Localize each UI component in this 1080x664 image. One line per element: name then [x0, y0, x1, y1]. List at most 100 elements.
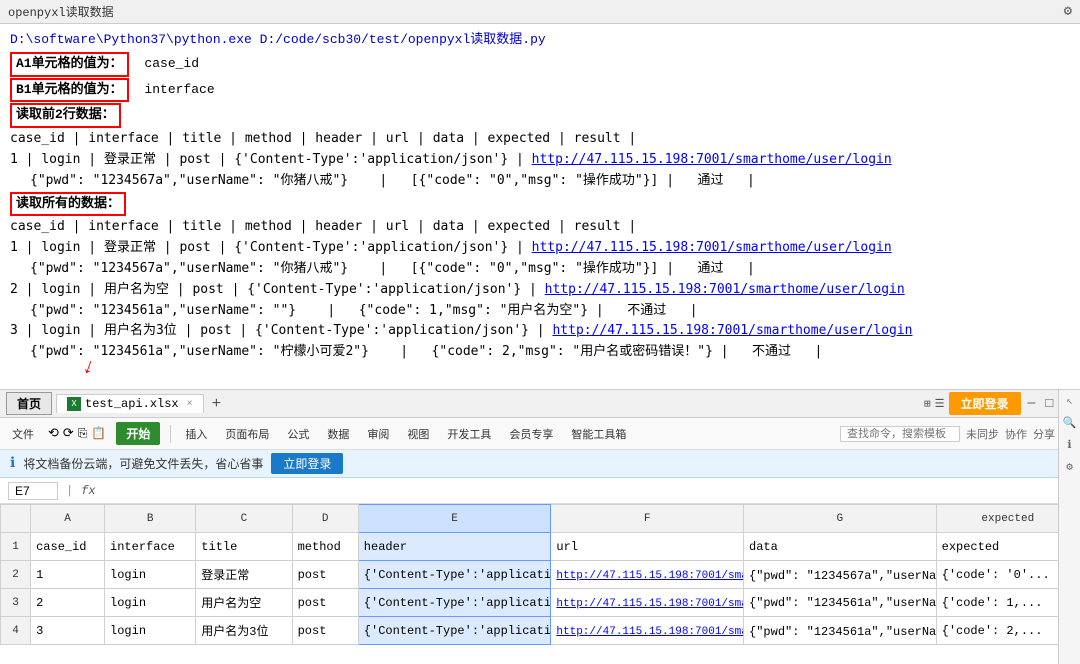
undo-icon[interactable]: ⟲ [48, 426, 59, 441]
maximize-icon[interactable]: □ [1042, 396, 1056, 411]
data-btn[interactable]: 数据 [323, 424, 353, 444]
excel-tabbar[interactable]: 首页 X test_api.xlsx × + ⊞ ☰ 立即登录 ─ □ ✕ [0, 390, 1080, 418]
member-btn[interactable]: 会员专享 [505, 424, 557, 444]
cell-3A[interactable]: 2 [31, 589, 105, 617]
cell-1C[interactable]: title [196, 533, 292, 561]
table-row-1-data: 1 | login | 登录正常 | post | {'Content-Type… [10, 150, 1070, 171]
col-header-D[interactable]: D [292, 505, 358, 533]
cell-1B[interactable]: interface [105, 533, 196, 561]
cell-4F[interactable]: http://47.115.15.198:7001/smarthome/user… [551, 617, 744, 645]
col-header-E[interactable]: E [358, 505, 551, 533]
insert-btn[interactable]: 插入 [181, 424, 211, 444]
tab-file[interactable]: X test_api.xlsx × [56, 394, 204, 413]
view-btn[interactable]: 视图 [403, 424, 433, 444]
redo-icon[interactable]: ⟳ [63, 426, 74, 441]
toolbar-right: 未同步 协作 分享 ⋮ [840, 426, 1072, 442]
a1-line: A1单元格的值为： case_id [10, 52, 1070, 77]
tab-grid-icon[interactable]: ⊞ [924, 397, 931, 411]
cell-3C[interactable]: 用户名为空 [196, 589, 292, 617]
review-btn[interactable]: 审阅 [363, 424, 393, 444]
cell-4D[interactable]: post [292, 617, 358, 645]
cell-2A[interactable]: 1 [31, 561, 105, 589]
row-num-2: 2 [1, 561, 31, 589]
info-icon: ℹ [10, 455, 15, 472]
start-button[interactable]: 开始 [116, 422, 160, 445]
layout-btn[interactable]: 页面布局 [221, 424, 273, 444]
sheet-container: A B C D E F G expected 1 case_id [0, 504, 1080, 664]
cell-2F[interactable]: http://47.115.15.198:7001/smarthome/user… [551, 561, 744, 589]
excel-window: 首页 X test_api.xlsx × + ⊞ ☰ 立即登录 ─ □ ✕ 文件… [0, 390, 1080, 664]
tab-home-label: 首页 [17, 395, 41, 412]
paste-icon[interactable]: 📋 [91, 426, 106, 441]
share-btn[interactable]: 分享 [1033, 426, 1055, 442]
cell-reference-input[interactable] [8, 482, 58, 500]
cell-1A[interactable]: case_id [31, 533, 105, 561]
terminal-title: openpyxl读取数据 [8, 3, 114, 20]
cell-1D[interactable]: method [292, 533, 358, 561]
toolbar-icons: ⟲ ⟳ ⎘ 📋 [48, 426, 106, 441]
minimize-icon[interactable]: ─ [1025, 396, 1039, 411]
tab-add-icon[interactable]: + [208, 395, 226, 413]
tab-file-label: test_api.xlsx [85, 397, 179, 411]
cell-2C[interactable]: 登录正常 [196, 561, 292, 589]
spreadsheet: A B C D E F G expected 1 case_id [0, 504, 1080, 664]
settings-icon[interactable]: ⚙ [1064, 3, 1072, 20]
fx-label: fx [81, 484, 95, 498]
sync-btn[interactable]: 未同步 [966, 426, 999, 442]
col-header-G[interactable]: G [744, 505, 937, 533]
cell-2B[interactable]: login [105, 561, 196, 589]
login-button[interactable]: 立即登录 [949, 392, 1021, 415]
tab-close-icon[interactable]: × [187, 399, 193, 410]
cell-3G[interactable]: {"pwd": "1234561a","userName": ""} [744, 589, 937, 617]
excel-toolbar: 文件 ⟲ ⟳ ⎘ 📋 开始 插入 页面布局 公式 数据 审阅 视图 开发工具 会… [0, 418, 1080, 450]
cell-1E[interactable]: header [358, 533, 551, 561]
col-header-F[interactable]: F [551, 505, 744, 533]
tab-list-icon[interactable]: ☰ [935, 397, 945, 411]
excel-file-icon: X [67, 397, 81, 411]
cell-4A[interactable]: 3 [31, 617, 105, 645]
cell-4E[interactable]: {'Content-Type':'application/json'} [358, 617, 551, 645]
cell-3E[interactable]: {'Content-Type':'application/json'} [358, 589, 551, 617]
copy-icon[interactable]: ⎘ [78, 427, 88, 441]
cell-1F[interactable]: url [551, 533, 744, 561]
col-header-B[interactable]: B [105, 505, 196, 533]
cell-4B[interactable]: login [105, 617, 196, 645]
search-input[interactable] [840, 426, 960, 442]
col-header-C[interactable]: C [196, 505, 292, 533]
cell-3B[interactable]: login [105, 589, 196, 617]
read2-line: 读取前2行数据： [10, 103, 1070, 128]
table-header-2rows: case_id | interface | title | method | h… [10, 129, 1070, 150]
all-table-header: case_id | interface | title | method | h… [10, 217, 1070, 238]
row-num-3: 3 [1, 589, 31, 617]
cell-2D[interactable]: post [292, 561, 358, 589]
formula-input[interactable] [104, 484, 1072, 498]
cell-2E[interactable]: {'Content-Type':'application/json'} [358, 561, 551, 589]
cell-3D[interactable]: post [292, 589, 358, 617]
table-row: 4 3 login 用户名为3位 post {'Content-Type':'a… [1, 617, 1080, 645]
cell-2G[interactable]: {"pwd": "1234567a","userName": "你猪八戒"} [744, 561, 937, 589]
dev-btn[interactable]: 开发工具 [443, 424, 495, 444]
cell-4G[interactable]: {"pwd": "1234561a","userName": "柠檬小可爱2"} [744, 617, 937, 645]
col-header-row: A B C D E F G expected [1, 505, 1080, 533]
b1-line: B1单元格的值为： interface [10, 78, 1070, 103]
b1-value: interface [144, 82, 214, 97]
all-row-1-data2: {"pwd": "1234567a","userName": "你猪八戒"} |… [10, 259, 1070, 280]
right-panel: ↖ 🔍 ℹ ⚙ [1058, 504, 1080, 664]
tab-home[interactable]: 首页 [6, 392, 52, 415]
formula-btn[interactable]: 公式 [283, 424, 313, 444]
col-header-A[interactable]: A [31, 505, 105, 533]
terminal-titlebar: openpyxl读取数据 ⚙ [0, 0, 1080, 24]
cell-3F[interactable]: http://47.115.15.198:7001/smarthome/user… [551, 589, 744, 617]
cell-4C[interactable]: 用户名为3位 [196, 617, 292, 645]
login-now-button[interactable]: 立即登录 [271, 453, 343, 474]
row-num-4: 4 [1, 617, 31, 645]
collab-btn[interactable]: 协作 [1005, 426, 1027, 442]
file-menu-btn[interactable]: 文件 [8, 424, 38, 444]
formula-separator: | [66, 484, 73, 498]
cell-1G[interactable]: data [744, 533, 937, 561]
read2-label: 读取前2行数据： [10, 103, 121, 128]
terminal-window: openpyxl读取数据 ⚙ D:\software\Python37\pyth… [0, 0, 1080, 390]
readall-line: 读取所有的数据： [10, 192, 1070, 217]
smart-btn[interactable]: 智能工具箱 [567, 424, 630, 444]
all-row-2-data2: {"pwd": "1234561a","userName": ""} | {"c… [10, 301, 1070, 322]
